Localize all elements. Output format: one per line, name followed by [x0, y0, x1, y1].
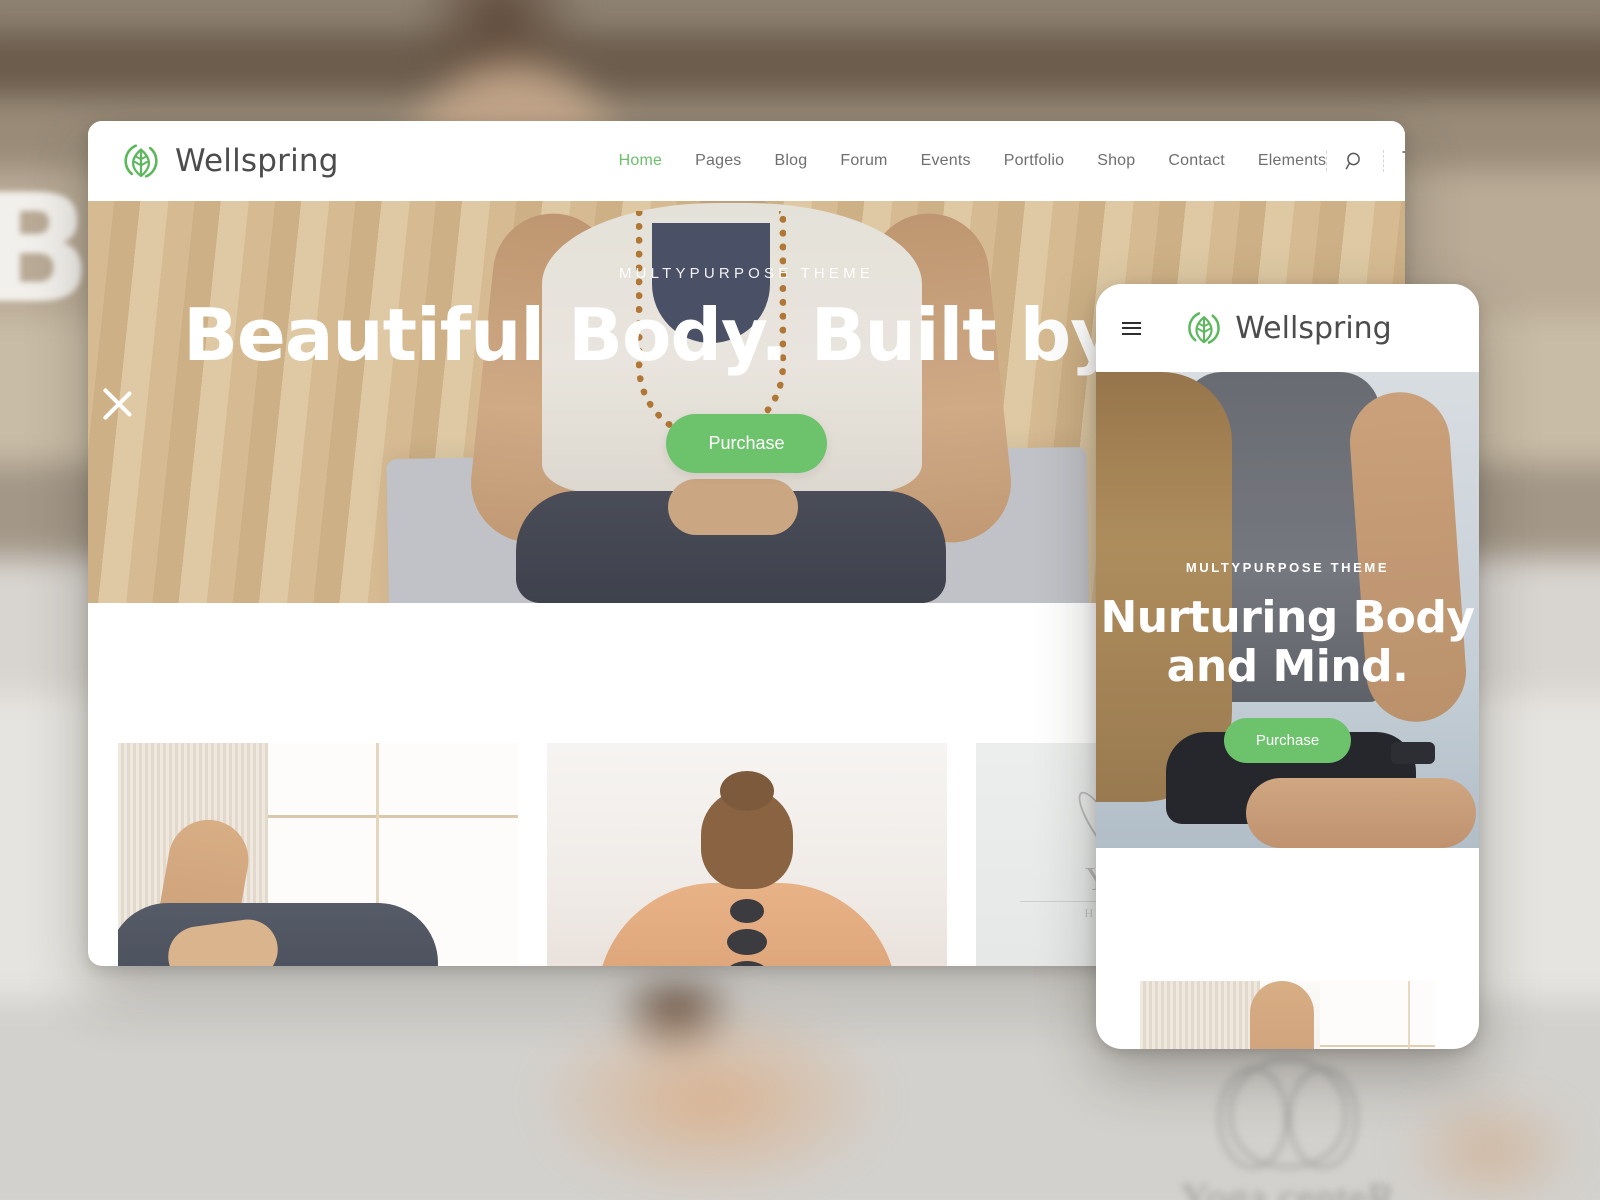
hero-purchase-button[interactable]: Purchase [666, 413, 827, 473]
nav-item-elements[interactable]: Elements [1258, 152, 1326, 170]
nav-item-pages[interactable]: Pages [695, 152, 741, 170]
background-figure-bottom [430, 980, 990, 1200]
desktop-navbar: Wellspring Home Pages Blog Forum Events … [88, 121, 1405, 201]
brand-name: Wellspring [175, 143, 339, 179]
mobile-navbar: Wellspring [1096, 284, 1479, 372]
brand-logo[interactable]: Wellspring [120, 140, 339, 182]
gallery-tile-meditation[interactable] [118, 743, 518, 966]
nav-item-shop[interactable]: Shop [1097, 152, 1135, 170]
leaf-circle-icon [1188, 312, 1221, 344]
mobile-content-white-band [1096, 848, 1479, 981]
leaf-circle-icon [124, 144, 158, 178]
search-icon [1345, 152, 1361, 170]
mobile-gallery-row [1096, 981, 1479, 1049]
navbar-tools: 0 [1326, 150, 1405, 172]
nav-item-forum[interactable]: Forum [840, 152, 887, 170]
nav-item-events[interactable]: Events [921, 152, 971, 170]
nav-item-blog[interactable]: Blog [775, 152, 808, 170]
background-yoga-center-watermark: Yoga centeR [1118, 1058, 1458, 1200]
mobile-hero-title-line2: and Mind. [1166, 641, 1409, 693]
nav-item-contact[interactable]: Contact [1168, 152, 1225, 170]
nav-item-home[interactable]: Home [619, 152, 662, 170]
mobile-hero-content: MULTYPURPOSE THEME Nurturing Body and Mi… [1096, 372, 1479, 848]
hero-kicker: MULTYPURPOSE THEME [618, 265, 875, 282]
mobile-brand-logo[interactable]: Wellspring [1184, 308, 1409, 348]
primary-navigation: Home Pages Blog Forum Events Portfolio S… [619, 152, 1327, 170]
mobile-hero-purchase-button[interactable]: Purchase [1223, 717, 1352, 763]
yoga-center-ring-icon [1218, 1058, 1358, 1169]
hero-prev-arrow-icon[interactable] [92, 367, 140, 437]
mobile-hero-slider: MULTYPURPOSE THEME Nurturing Body and Mi… [1096, 372, 1479, 848]
gallery-tile-massage[interactable] [547, 743, 947, 966]
search-button[interactable] [1326, 151, 1383, 171]
mobile-hero-kicker: MULTYPURPOSE THEME [1185, 560, 1390, 575]
shopping-cart-icon [1402, 151, 1405, 153]
mobile-gallery-tile-meditation[interactable] [1140, 981, 1435, 1049]
nav-item-portfolio[interactable]: Portfolio [1004, 152, 1065, 170]
mobile-brand-name: Wellspring [1235, 310, 1392, 346]
mobile-hamburger-menu-icon[interactable] [1122, 318, 1141, 338]
mobile-hero-title-line1: Nurturing Body [1100, 592, 1475, 643]
mobile-device-mockup: Wellspring MULTYPURPOSE THEME Nurturing … [1096, 284, 1479, 1049]
yoga-center-watermark-text: Yoga centeR [1180, 1175, 1396, 1200]
cart-button[interactable]: 0 [1383, 150, 1405, 172]
